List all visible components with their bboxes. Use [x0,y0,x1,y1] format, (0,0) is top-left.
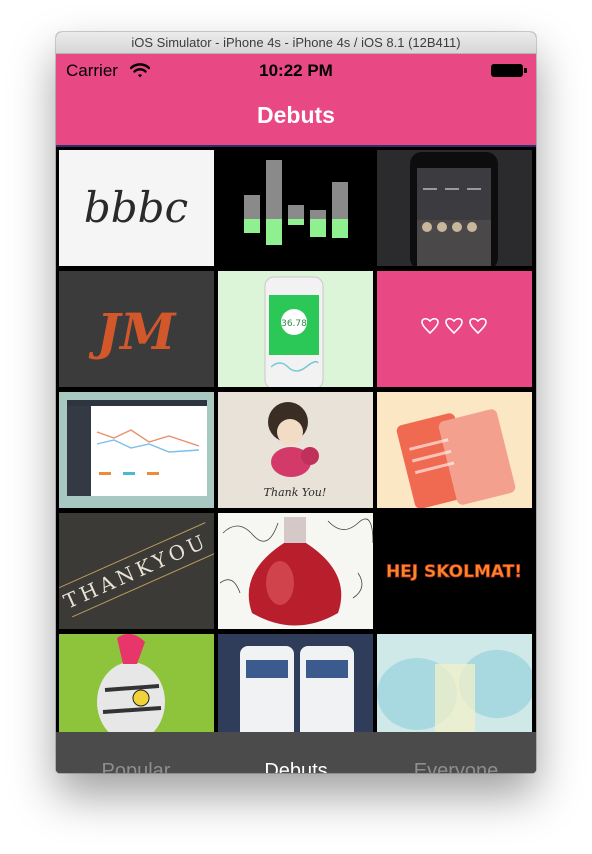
shot-zebra-mascot[interactable] [59,634,214,732]
shot-red-flask[interactable] [218,513,373,629]
shot-monogram[interactable]: JM [59,271,214,387]
window-title: iOS Simulator - iPhone 4s - iPhone 4s / … [131,35,461,50]
tab-debuts[interactable]: Debuts [216,732,376,773]
tab-bar: Popular Debuts Everyone [56,732,536,773]
shot-equalizer[interactable] [218,150,373,266]
tab-popular[interactable]: Popular [56,732,216,773]
window-title-bar: iOS Simulator - iPhone 4s - iPhone 4s / … [56,32,536,54]
shot-green-app[interactable]: 36.78 [218,271,373,387]
shot-thankyou-sign[interactable]: THANKYOU [59,513,214,629]
simulator-window: iOS Simulator - iPhone 4s - iPhone 4s / … [56,32,536,773]
status-time: 10:22 PM [259,61,333,80]
tab-everyone[interactable]: Everyone [376,732,536,773]
battery-icon [491,64,527,77]
status-bar: Carrier 10:22 PM [56,54,536,88]
shot-hearts[interactable] [377,271,532,387]
shot-dark-phone[interactable] [377,150,532,266]
shot-blue-yellow[interactable] [377,634,532,732]
shot-hej-skolmat[interactable]: HEJ SKOLMAT! [377,513,532,629]
navigation-bar: Debuts [56,88,536,147]
hej-skolmat-lettering: HEJ SKOLMAT! [386,562,522,582]
app-reading: 36.78 [281,319,307,329]
shot-thank-you-card[interactable]: Thank You! [218,392,373,508]
phone-screen: Carrier 10:22 PM Debuts bbbc JM 36.78 Th… [56,54,536,773]
shots-grid[interactable]: bbbc JM 36.78 Thank You! THANKYOU HEJ SK… [56,147,536,732]
shot-orange-app[interactable] [377,392,532,508]
monogram-lettering: JM [88,302,177,361]
page-title: Debuts [257,102,335,128]
thank-you-lettering: Thank You! [264,486,327,499]
shot-two-phones[interactable] [218,634,373,732]
shot-bbbc[interactable]: bbbc [59,150,214,266]
shot-dashboard[interactable] [59,392,214,508]
bbbc-lettering: bbbc [84,183,188,232]
